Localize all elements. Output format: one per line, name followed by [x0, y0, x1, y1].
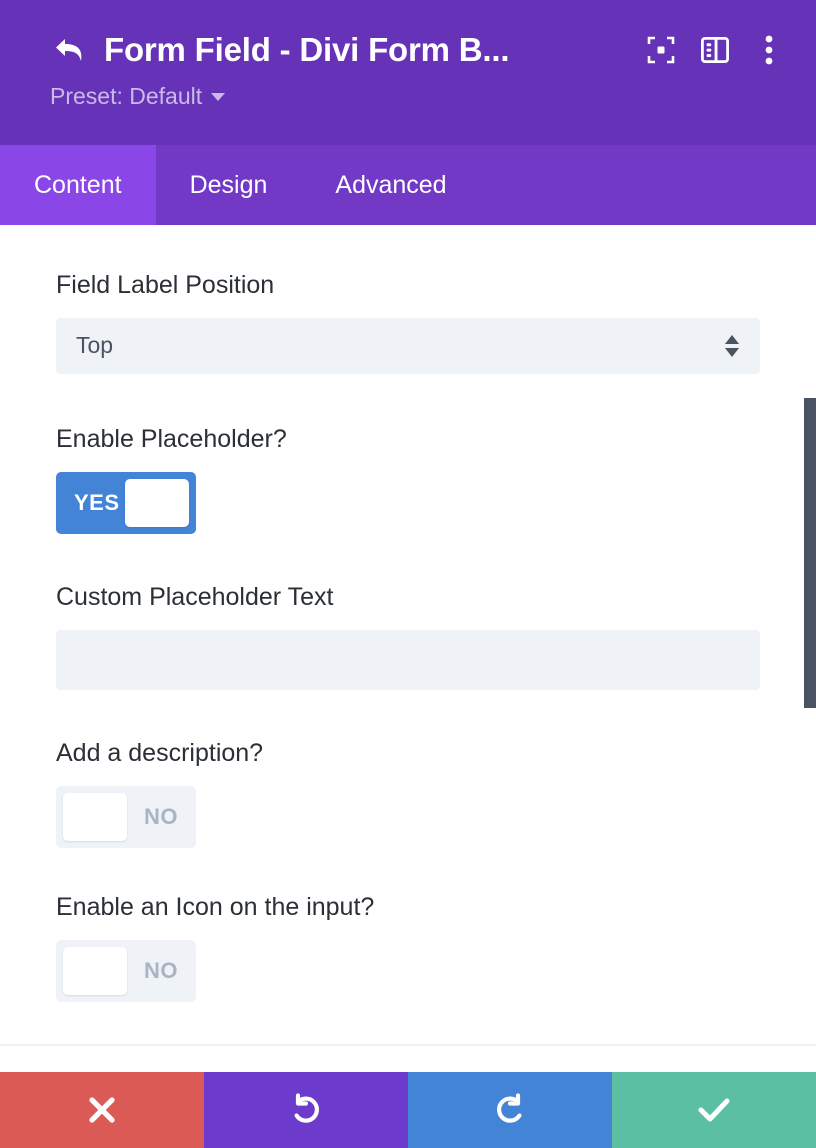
vertical-scrollbar-thumb[interactable] [804, 398, 816, 708]
focus-target-icon[interactable] [642, 31, 680, 69]
enable-icon-group: Enable an Icon on the input? NO [0, 848, 816, 1002]
cancel-button[interactable] [0, 1072, 204, 1148]
panel-action-bar [0, 1072, 816, 1148]
save-button[interactable] [612, 1072, 816, 1148]
field-label-position-group: Field Label Position Top [0, 225, 816, 374]
preset-selector[interactable]: Preset: Default [50, 83, 226, 109]
custom-placeholder-text-label: Custom Placeholder Text [56, 583, 334, 611]
enable-icon-toggle[interactable]: NO [56, 940, 196, 1002]
add-description-label: Add a description? [56, 739, 264, 767]
add-description-group: Add a description? NO [0, 690, 816, 848]
undo-button[interactable] [204, 1072, 408, 1148]
header-title-row: Form Field - Divi Form B... [0, 20, 816, 80]
add-description-toggle[interactable]: NO [56, 786, 196, 848]
page-title: Form Field - Divi Form B... [104, 31, 510, 68]
sort-arrows-icon [724, 335, 740, 357]
enable-placeholder-group: Enable Placeholder? YES [0, 374, 816, 534]
layout-panel-icon[interactable] [696, 31, 734, 69]
field-label-position-select[interactable]: Top [56, 318, 760, 374]
custom-placeholder-text-group: Custom Placeholder Text [0, 534, 816, 690]
toggle-knob [63, 947, 127, 995]
toggle-knob [125, 479, 189, 527]
close-x-icon [87, 1095, 117, 1125]
chevron-down-icon [211, 92, 226, 101]
enable-icon-label: Enable an Icon on the input? [56, 893, 375, 921]
tab-content[interactable]: Content [0, 145, 156, 225]
enable-placeholder-toggle[interactable]: YES [56, 472, 196, 534]
enable-placeholder-toggle-state: YES [74, 490, 120, 515]
settings-content-area: Field Label Position Top Enable Placehol… [0, 225, 816, 1044]
tab-advanced[interactable]: Advanced [301, 145, 480, 225]
toggle-knob [63, 793, 127, 841]
tab-design[interactable]: Design [156, 145, 302, 225]
add-description-toggle-state: NO [144, 804, 178, 829]
redo-icon [493, 1093, 527, 1127]
enable-placeholder-label: Enable Placeholder? [56, 425, 287, 453]
undo-icon [289, 1093, 323, 1127]
enable-icon-toggle-state: NO [144, 958, 178, 983]
settings-tabs: Content Design Advanced [0, 145, 816, 225]
preset-label: Preset: Default [50, 83, 203, 109]
field-label-position-label: Field Label Position [56, 271, 275, 299]
field-label-position-value: Top [76, 332, 114, 359]
module-settings-panel: Form Field - Divi Form B... Preset: Defa… [0, 0, 816, 1148]
more-vertical-icon[interactable] [750, 31, 788, 69]
back-arrow-icon[interactable] [50, 30, 90, 70]
footer-divider [0, 1044, 816, 1046]
custom-placeholder-text-input[interactable] [56, 630, 760, 690]
checkmark-icon [697, 1095, 731, 1125]
redo-button[interactable] [408, 1072, 612, 1148]
panel-header: Form Field - Divi Form B... Preset: Defa… [0, 0, 816, 145]
